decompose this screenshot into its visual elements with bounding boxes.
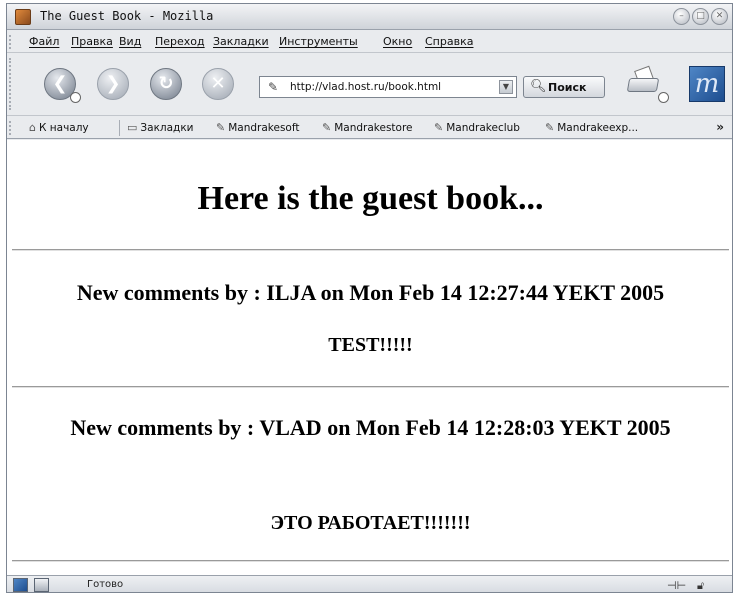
comment-header: New comments by : VLAD on Mon Feb 14 12:… [70, 415, 671, 440]
back-history-dropdown[interactable] [70, 92, 81, 103]
toolbar-separator [119, 120, 120, 136]
search-button-label: Поиск [548, 81, 587, 94]
status-bar: Готово ⊣⊢ 🔓︎ [7, 575, 732, 592]
reload-icon: ↻ [158, 73, 174, 94]
close-button[interactable]: ✕ [711, 8, 728, 25]
stop-icon: ✕ [210, 73, 226, 94]
bookmark-mandrakesoft[interactable]: ✎ Mandrakesoft [216, 121, 299, 134]
bookmark-icon: ✎ [216, 121, 226, 134]
home-link-label: К началу [38, 122, 89, 134]
address-bar[interactable]: ✎ http://vlad.host.ru/book.html ▼ [259, 76, 517, 98]
horizontal-rule [12, 560, 729, 562]
mail-icon[interactable] [34, 578, 49, 592]
title-bar: The Guest Book - Mozilla – □ ✕ [7, 4, 732, 30]
search-button[interactable]: 🔍︎ Поиск [523, 76, 605, 98]
comment-header: New comments by : ILJA on Mon Feb 14 12:… [76, 280, 665, 305]
bookmark-icon: ✎ [545, 121, 555, 134]
comment-message: ЭТО РАБОТАЕТ!!!!!!! [270, 512, 471, 534]
browser-window: The Guest Book - Mozilla – □ ✕ Файл Прав… [6, 3, 733, 593]
bookmark-label: Mandrakeclub [446, 122, 520, 134]
online-status-icon[interactable]: ⊣⊢ [667, 579, 686, 592]
page-proxy-icon[interactable]: ✎ [268, 80, 278, 94]
forward-arrow-icon: ❯ [105, 73, 121, 94]
menu-go[interactable]: Переход [155, 35, 205, 48]
more-bookmarks-chevron[interactable]: » [716, 120, 724, 134]
forward-button[interactable]: ❯ [97, 68, 129, 100]
home-icon: ⌂ [29, 121, 36, 134]
personal-toolbar: ⌂ К началу ▭ Закладки ✎ Mandrakesoft ✎ Mandr… [7, 117, 732, 139]
bookmark-mandrakestore[interactable]: ✎ Mandrakestore [322, 121, 413, 134]
back-button[interactable]: ❮ [44, 68, 81, 103]
window-title: The Guest Book - Mozilla [40, 9, 214, 23]
menu-grip[interactable] [9, 35, 14, 49]
url-history-dropdown[interactable]: ▼ [499, 80, 513, 94]
horizontal-rule [12, 386, 729, 388]
minimize-button[interactable]: – [673, 8, 690, 25]
menu-window[interactable]: Окно [383, 35, 412, 48]
navigator-icon[interactable] [13, 578, 28, 592]
menu-bookmarks[interactable]: Закладки [213, 35, 269, 48]
toolbar-grip[interactable] [9, 58, 14, 110]
stop-button[interactable]: ✕ [202, 68, 234, 100]
print-dropdown[interactable] [658, 92, 669, 103]
url-input[interactable]: http://vlad.host.ru/book.html [290, 81, 441, 93]
menu-help[interactable]: Справка [425, 35, 473, 48]
printer-icon [626, 78, 660, 92]
bookmark-icon: ✎ [322, 121, 332, 134]
status-text: Готово [87, 579, 124, 590]
mandrake-logo[interactable]: m [689, 66, 725, 102]
bookmark-icon: ✎ [434, 121, 444, 134]
maximize-button[interactable]: □ [692, 8, 709, 25]
bookmarks-folder[interactable]: ▭ Закладки [127, 121, 194, 134]
security-lock-icon[interactable]: 🔓︎ [697, 579, 704, 592]
horizontal-rule [12, 249, 729, 251]
bookmark-mandrakeexpert[interactable]: ✎ Mandrakeexp... [545, 121, 638, 134]
menu-edit[interactable]: Правка [71, 35, 113, 48]
back-arrow-icon: ❮ [52, 73, 68, 94]
bookmark-mandrakeclub[interactable]: ✎ Mandrakeclub [434, 121, 520, 134]
magnifier-icon: 🔍︎ [530, 79, 547, 94]
folder-icon: ▭ [127, 121, 138, 134]
reload-button[interactable]: ↻ [150, 68, 182, 100]
menu-bar: Файл Правка Вид Переход Закладки Инструм… [7, 31, 732, 53]
bookmark-label: Mandrakestore [334, 122, 413, 134]
menu-view[interactable]: Вид [119, 35, 141, 48]
bookmark-label: Mandrakesoft [228, 122, 300, 134]
mozilla-icon [15, 9, 31, 25]
menu-file[interactable]: Файл [29, 35, 59, 48]
navigation-toolbar: ❮ ❯ ↻ ✕ ✎ http://vlad.host.ru/book.html … [7, 54, 732, 116]
print-button[interactable] [626, 65, 669, 103]
bookmark-label: Mandrakeexp... [557, 122, 639, 134]
menu-tools[interactable]: Инструменты [279, 35, 358, 48]
bookmarks-folder-label: Закладки [140, 122, 194, 134]
comment-message: TEST!!!!! [328, 334, 413, 356]
home-link[interactable]: ⌂ К началу [29, 121, 89, 134]
personal-toolbar-grip[interactable] [9, 121, 14, 135]
page-heading: Here is the guest book... [197, 180, 544, 217]
page-content: Here is the guest book... New comments b… [7, 140, 732, 575]
